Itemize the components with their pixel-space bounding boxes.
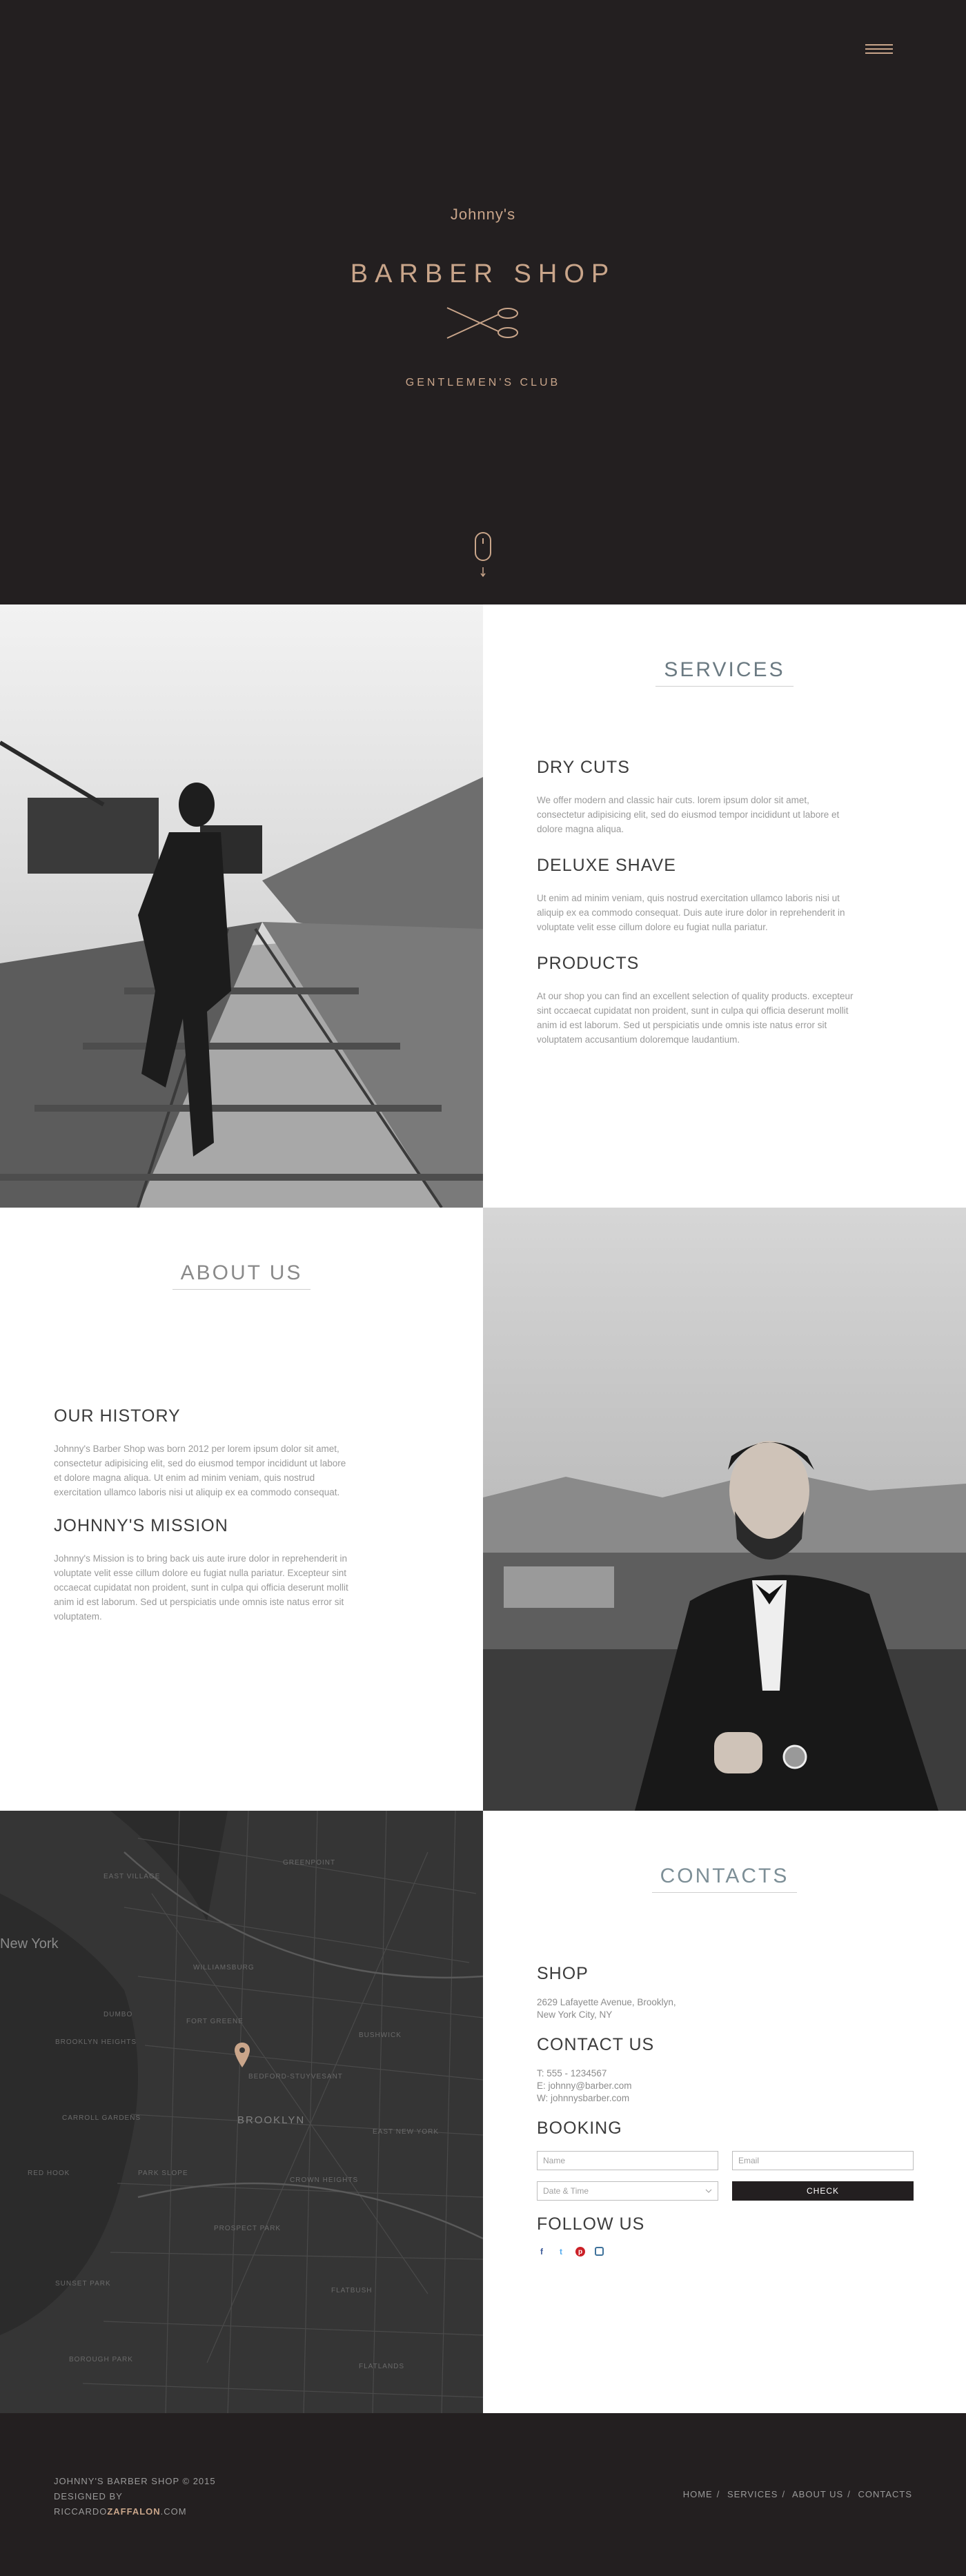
map-label: BROOKLYN HEIGHTS [55,2038,137,2046]
contact-email[interactable]: E: johnny@barber.com [537,2080,914,2092]
service-item: PRODUCTS At our shop you can find an exc… [537,954,856,1047]
footer: JOHNNY'S BARBER SHOP © 2015 DESIGNED BY … [0,2413,966,2576]
about-title-mission: JOHNNY'S MISSION [54,1516,228,1535]
designed-by-text: DESIGNED BY [54,2491,123,2501]
services-title: SERVICES [483,658,966,687]
instagram-icon[interactable] [595,2247,604,2256]
nav-link-home[interactable]: HOME [683,2489,713,2499]
map-area[interactable]: New York BROOKLYN EAST VILLAGE GREENPOIN… [0,1811,483,2414]
copyright-text: JOHNNY'S BARBER SHOP © 2015 [54,2476,216,2486]
map-label: WILLIAMSBURG [193,1964,255,1972]
about-panel: ABOUT US OUR HISTORY Johnny's Barber Sho… [0,1208,483,1811]
hamburger-menu-icon[interactable] [865,44,893,57]
scroll-mouse-icon[interactable] [473,531,493,580]
shop-address-line: 2629 Lafayette Avenue, Brooklyn, [537,1997,676,2007]
map-label: FORT GREENE [186,2018,244,2025]
map-label: RED HOOK [28,2170,70,2177]
hero-title: BARBER SHOP [350,259,616,288]
facebook-icon[interactable]: f [537,2247,546,2257]
about-item: OUR HISTORY Johnny's Barber Shop was bor… [54,1406,351,1500]
railway-photo [0,604,483,1208]
about-title-history: OUR HISTORY [54,1406,181,1426]
map-label: DUMBO [103,2011,133,2018]
contacts-panel: CONTACTS SHOP 2629 Lafayette Avenue, Bro… [483,1811,966,2414]
service-item: DRY CUTS We offer modern and classic hai… [537,758,856,836]
map-label: EAST VILLAGE [103,1873,161,1880]
map-pin-icon[interactable] [235,2043,250,2067]
service-item: DELUXE SHAVE Ut enim ad minim veniam, qu… [537,856,856,934]
about-item: JOHNNY'S MISSION Johnny's Mission is to … [54,1516,351,1624]
date-time-select[interactable]: Date & Time [537,2181,718,2201]
name-input[interactable]: Name [537,2151,718,2170]
nav-link-contacts[interactable]: CONTACTS [858,2489,912,2499]
designer-first: RICCARDO [54,2506,108,2517]
contacts-section: New York BROOKLYN EAST VILLAGE GREENPOIN… [0,1811,966,2414]
map-label: PARK SLOPE [138,2170,188,2177]
contact-web[interactable]: W: johnnysbarber.com [537,2092,914,2105]
map-label: SUNSET PARK [55,2280,111,2288]
service-title-dry-cuts: DRY CUTS [537,758,630,777]
about-text: Johnny's Mission is to bring back uis au… [54,1553,348,1622]
twitter-icon[interactable]: t [556,2247,566,2257]
email-input[interactable]: Email [732,2151,914,2170]
shop-title: SHOP [537,1964,589,1983]
designer-link[interactable]: RICCARDOZAFFALON.COM [54,2504,216,2519]
nav-link-about[interactable]: ABOUT US [792,2489,843,2499]
contact-phone[interactable]: T: 555 - 1234567 [537,2067,914,2080]
map-label: BEDFORD-STUYVESANT [248,2073,343,2081]
chevron-down-icon [705,2189,712,2193]
hero-section: Johnny's BARBER SHOP GENTLEMEN'S CLUB [0,0,966,604]
map-city-label: New York [0,1936,59,1951]
service-text: Ut enim ad minim veniam, quis nostrud ex… [537,893,845,932]
contacts-title: CONTACTS [483,1865,966,1893]
pinterest-icon[interactable]: p [575,2247,585,2257]
hero-tagline: GENTLEMEN'S CLUB [405,377,561,389]
contact-title: CONTACT US [537,2035,655,2054]
follow-title: FOLLOW US [537,2214,645,2234]
map-label: CROWN HEIGHTS [290,2176,359,2184]
map-label: BOROUGH PARK [69,2356,133,2363]
booking-block: BOOKING Name Email Date & Time CHECK [537,2118,914,2201]
map-label: BUSHWICK [359,2032,402,2039]
scissors-icon [446,307,518,339]
about-section: ABOUT US OUR HISTORY Johnny's Barber Sho… [0,1208,966,1811]
booking-title: BOOKING [537,2118,622,2138]
name-placeholder: Name [543,2156,566,2165]
service-text: We offer modern and classic hair cuts. l… [537,795,840,834]
designer-suffix: .COM [160,2506,187,2517]
shop-block: SHOP 2629 Lafayette Avenue, Brooklyn, Ne… [537,1964,914,2021]
about-text: Johnny's Barber Shop was born 2012 per l… [54,1444,346,1497]
service-title-products: PRODUCTS [537,954,640,973]
shop-address-line: New York City, NY [537,2009,613,2020]
nav-link-services[interactable]: SERVICES [727,2489,778,2499]
service-title-deluxe-shave: DELUXE SHAVE [537,856,676,875]
map-borough-label: BROOKLYN [237,2114,306,2126]
date-placeholder: Date & Time [543,2186,589,2196]
follow-block: FOLLOW US f t p [537,2214,914,2257]
map-label: CARROLL GARDENS [62,2114,141,2122]
map-label: FLATLANDS [359,2363,405,2370]
email-placeholder: Email [738,2156,760,2165]
map-label: PROSPECT PARK [214,2225,282,2232]
services-panel: SERVICES DRY CUTS We offer modern and cl… [483,604,966,1208]
gentleman-photo [483,1208,966,1811]
service-text: At our shop you can find an excellent se… [537,991,854,1045]
footer-credits: JOHNNY'S BARBER SHOP © 2015 DESIGNED BY … [54,2474,216,2519]
contact-block: CONTACT US T: 555 - 1234567 E: johnny@ba… [537,2035,914,2105]
map-label: FLATBUSH [331,2287,373,2294]
map-label: EAST NEW YORK [373,2128,439,2136]
map-label: GREENPOINT [283,1859,336,1867]
hero-subtitle: Johnny's [450,206,516,223]
about-title: ABOUT US [0,1261,483,1290]
footer-nav: HOME / SERVICES / ABOUT US / CONTACTS [682,2489,912,2499]
designer-last: ZAFFALON [107,2506,161,2517]
services-section: SERVICES DRY CUTS We offer modern and cl… [0,604,966,1208]
check-button[interactable]: CHECK [732,2181,914,2201]
